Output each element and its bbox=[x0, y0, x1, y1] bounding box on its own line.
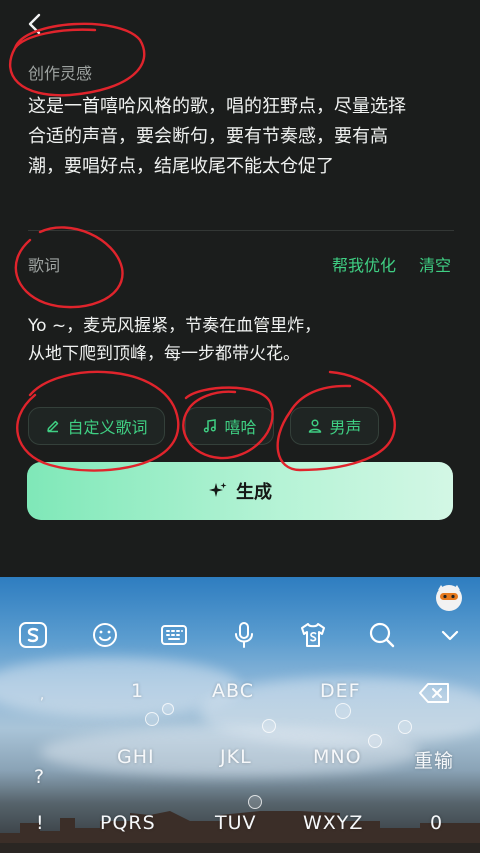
key-1[interactable]: 1 bbox=[131, 680, 144, 702]
key-exclaim[interactable]: ! bbox=[36, 812, 45, 834]
bubble bbox=[162, 703, 174, 715]
optimize-button[interactable]: 帮我优化 bbox=[332, 252, 396, 276]
voice-male-chip[interactable]: 男声 bbox=[290, 407, 379, 445]
key-ghi[interactable]: GHI bbox=[117, 746, 155, 768]
key-wxyz[interactable]: WXYZ bbox=[303, 812, 363, 834]
section-divider bbox=[28, 230, 454, 231]
mascot-icon[interactable] bbox=[432, 582, 466, 612]
key-comma[interactable]: , bbox=[40, 688, 45, 703]
generate-button[interactable]: 生成 bbox=[27, 462, 453, 520]
key-abc[interactable]: ABC bbox=[212, 680, 254, 702]
lyrics-line: Yo ~，麦克风握紧，节奏在血管里炸， bbox=[28, 316, 322, 336]
bubble bbox=[368, 734, 382, 748]
chip-label: 男声 bbox=[329, 418, 362, 437]
inspiration-label: 创作灵感 bbox=[28, 64, 93, 83]
skin-tshirt-icon[interactable] bbox=[298, 620, 328, 650]
inspiration-line: 合适的声音，要会断句，要有节奏感，要有高 bbox=[28, 126, 388, 147]
key-0[interactable]: 0 bbox=[430, 812, 443, 834]
sogou-logo-icon[interactable] bbox=[18, 620, 48, 650]
key-jkl[interactable]: JKL bbox=[220, 746, 252, 768]
emoji-icon[interactable] bbox=[90, 620, 120, 650]
person-icon bbox=[309, 419, 322, 433]
pencil-icon bbox=[47, 420, 59, 433]
generate-label: 生成 bbox=[236, 482, 272, 503]
lyrics-text[interactable]: Yo ~，麦克风握紧，节奏在血管里炸， 从地下爬到顶峰，每一步都带火花。 bbox=[28, 312, 321, 368]
sparkle-icon bbox=[209, 482, 227, 497]
key-tuv[interactable]: TUV bbox=[215, 812, 257, 834]
backspace-icon[interactable] bbox=[418, 681, 452, 705]
key-def[interactable]: DEF bbox=[320, 680, 361, 702]
lyrics-label: 歌词 bbox=[28, 256, 61, 275]
chevron-left-icon[interactable] bbox=[22, 10, 50, 38]
bubble bbox=[248, 795, 262, 809]
chip-label: 嘻哈 bbox=[224, 418, 257, 437]
key-mno[interactable]: MNO bbox=[313, 746, 362, 768]
keyboard-icon[interactable] bbox=[159, 620, 189, 650]
chip-label: 自定义歌词 bbox=[67, 418, 148, 437]
bubble bbox=[335, 703, 351, 719]
inspiration-text[interactable]: 这是一首嘻哈风格的歌，唱的狂野点，尽量选择 合适的声音，要会断句，要有节奏感，要… bbox=[28, 92, 458, 182]
music-note-icon bbox=[204, 419, 217, 433]
microphone-icon[interactable] bbox=[229, 620, 259, 650]
key-pqrs[interactable]: PQRS bbox=[100, 812, 156, 834]
inspiration-line: 这是一首嘻哈风格的歌，唱的狂野点，尽量选择 bbox=[28, 96, 406, 117]
bubble bbox=[398, 720, 412, 734]
chevron-down-icon[interactable] bbox=[435, 620, 465, 650]
bubble bbox=[262, 719, 276, 733]
search-icon[interactable] bbox=[367, 620, 397, 650]
key-reset[interactable]: 重输 bbox=[414, 746, 454, 773]
key-question[interactable]: ? bbox=[34, 766, 45, 788]
inspiration-line: 潮，要唱好点，结尾收尾不能太仓促了 bbox=[28, 156, 334, 177]
clear-button[interactable]: 清空 bbox=[419, 252, 451, 276]
style-hiphop-chip[interactable]: 嘻哈 bbox=[185, 407, 274, 445]
custom-lyrics-chip[interactable]: 自定义歌词 bbox=[28, 407, 165, 445]
app-screen: 创作灵感 这是一首嘻哈风格的歌，唱的狂野点，尽量选择 合适的声音，要会断句，要有… bbox=[0, 0, 480, 577]
lyrics-line: 从地下爬到顶峰，每一步都带火花。 bbox=[28, 344, 300, 364]
bubble bbox=[145, 712, 159, 726]
